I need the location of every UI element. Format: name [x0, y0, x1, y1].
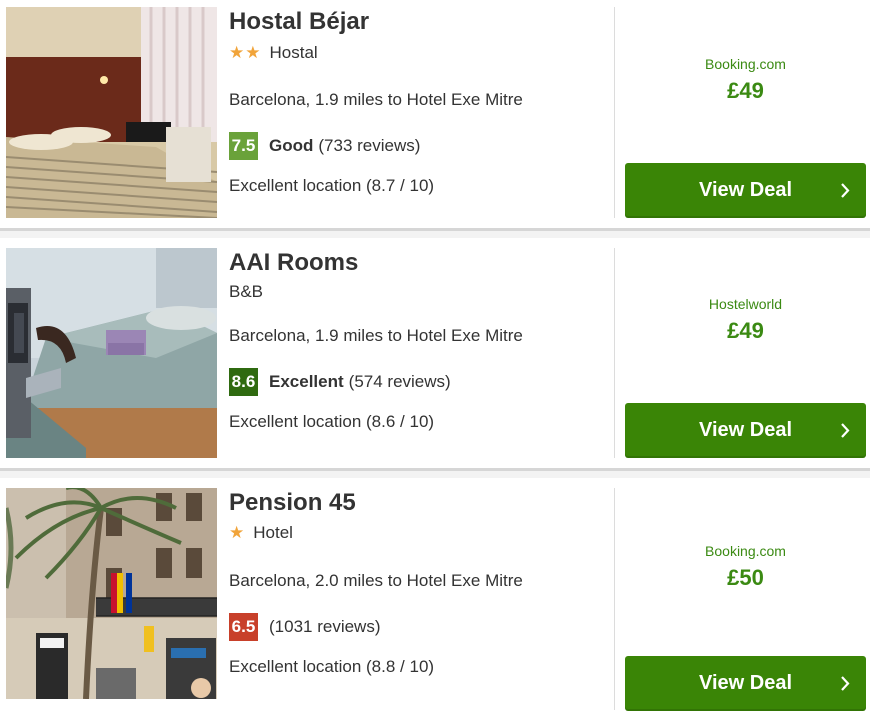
deal-provider: Booking.com	[705, 543, 786, 559]
view-deal-button[interactable]: View Deal	[625, 163, 866, 218]
view-deal-button[interactable]: View Deal	[625, 656, 866, 711]
chevron-right-icon	[841, 183, 850, 198]
hotel-category: ★★ Hostal	[229, 43, 318, 63]
hotel-type: Hostal	[269, 43, 318, 62]
hotel-location: Barcelona, 2.0 miles to Hotel Exe Mitre	[229, 571, 523, 590]
column-divider	[614, 488, 615, 710]
card-separator	[0, 468, 870, 478]
review-score-badge: 8.6	[229, 368, 258, 396]
hotel-type: B&B	[229, 282, 264, 301]
card-separator	[0, 228, 870, 238]
location-score: Excellent location (8.7 / 10)	[229, 176, 435, 195]
review-score-badge: 7.5	[229, 132, 258, 160]
hotel-name[interactable]: AAI Rooms	[229, 249, 358, 277]
rating-row: 8.6 Excellent (574 reviews)	[229, 368, 451, 396]
rating-row: 6.5 (1031 reviews)	[229, 613, 381, 641]
hotel-location: Barcelona, 1.9 miles to Hotel Exe Mitre	[229, 326, 523, 345]
hotel-category: B&B	[229, 282, 263, 302]
location-score: Excellent location (8.6 / 10)	[229, 412, 435, 431]
hotel-location: Barcelona, 1.9 miles to Hotel Exe Mitre	[229, 90, 523, 109]
review-count[interactable]: (1031 reviews)	[269, 617, 381, 637]
view-deal-label: View Deal	[698, 179, 793, 201]
review-count[interactable]: (574 reviews)	[349, 372, 451, 392]
hotel-photo[interactable]	[6, 488, 217, 699]
deal-price: £50	[727, 565, 764, 590]
view-deal-button[interactable]: View Deal	[625, 403, 866, 458]
deal-provider: Booking.com	[705, 56, 786, 72]
star-rating-icon: ★★	[229, 43, 262, 62]
deal-price: £49	[727, 78, 764, 103]
hotel-name[interactable]: Pension 45	[229, 489, 356, 517]
column-divider	[614, 248, 615, 458]
hotel-photo[interactable]	[6, 248, 217, 458]
star-rating-icon: ★	[229, 523, 246, 542]
rating-row: 7.5 Good (733 reviews)	[229, 132, 420, 160]
rating-label: Good	[269, 136, 314, 155]
hotel-name[interactable]: Hostal Béjar	[229, 8, 369, 36]
rating-label: Excellent	[269, 372, 344, 391]
deal-price: £49	[727, 318, 764, 343]
deal-provider: Hostelworld	[708, 296, 783, 312]
review-score-badge: 6.5	[229, 613, 258, 641]
view-deal-label: View Deal	[698, 419, 793, 441]
review-count[interactable]: (733 reviews)	[318, 136, 420, 156]
view-deal-label: View Deal	[698, 672, 793, 694]
column-divider	[614, 7, 615, 218]
location-score: Excellent location (8.8 / 10)	[229, 657, 435, 676]
hotel-card: Pension 45 ★ Hotel Barcelona, 2.0 miles t…	[0, 478, 870, 720]
chevron-right-icon	[841, 423, 850, 438]
hotel-card: Hostal Béjar ★★ Hostal Barcelona, 1.9 mil…	[0, 0, 870, 228]
hotel-photo[interactable]	[6, 7, 217, 218]
chevron-right-icon	[841, 676, 850, 691]
hotel-type: Hotel	[253, 523, 293, 542]
hotel-card: AAI Rooms B&B Barcelona, 1.9 miles to Ho…	[0, 238, 870, 468]
hotel-category: ★ Hotel	[229, 523, 293, 543]
